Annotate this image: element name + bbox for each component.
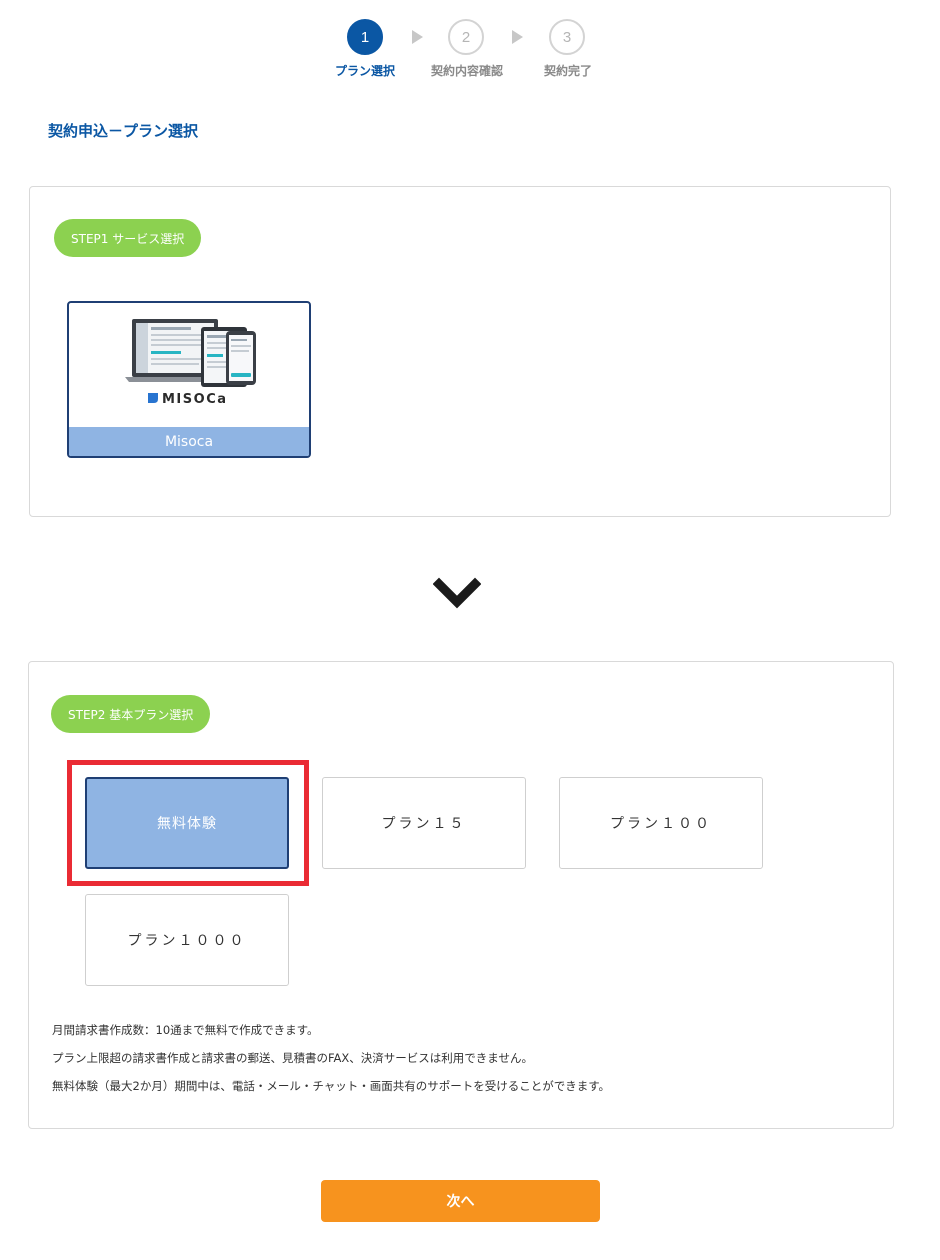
- service-card-misoca[interactable]: MISOCa Misoca: [67, 301, 311, 458]
- service-selection-panel: STEP1 サービス選択 MISOCa Misoca: [29, 186, 891, 517]
- step1-badge: STEP1 サービス選択: [54, 219, 202, 257]
- next-button[interactable]: 次へ: [321, 1180, 600, 1222]
- step2-badge: STEP2 基本プラン選択: [51, 695, 211, 733]
- plan-note-1: 月間請求書作成数：10通まで無料で作成できます。: [52, 1023, 319, 1037]
- step-3-number: 3: [562, 28, 572, 46]
- plan-label: 無料体験: [157, 816, 217, 832]
- step-2-number: 2: [461, 28, 471, 46]
- step-2-indicator: 2: [448, 19, 484, 55]
- step-1-number: 1: [360, 28, 370, 46]
- plan-label: プラン１５: [381, 816, 467, 832]
- step-3-label: 契約完了: [543, 64, 593, 78]
- plan-label: プラン１００: [610, 816, 712, 832]
- plan-button-15[interactable]: プラン１５: [322, 777, 526, 869]
- service-name-text: Misoca: [164, 433, 214, 450]
- plan-button-1000[interactable]: プラン１０００: [85, 894, 289, 986]
- plan-note-2: プラン上限超の請求書作成と請求書の郵送、見積書のFAX、決済サービスは利用できま…: [52, 1051, 533, 1065]
- plan-selection-panel: STEP2 基本プラン選択 無料体験 プラン１５ プラン１００ プラン１０００ …: [28, 661, 894, 1129]
- service-name-label: Misoca: [69, 427, 309, 456]
- misoca-devices-illustration: MISOCa: [125, 319, 256, 407]
- misoca-logo-text: MISOCa: [162, 392, 228, 407]
- progress-stepper: 1 2 3 プラン選択 契約内容確認 契約完了: [0, 0, 940, 90]
- step2-badge-label: STEP2 基本プラン選択: [68, 707, 194, 722]
- plan-button-free-trial[interactable]: 無料体験: [85, 777, 289, 869]
- step-arrow-icon: [412, 30, 423, 44]
- step-1-indicator: 1: [347, 19, 383, 55]
- step-arrow-icon: [512, 30, 523, 44]
- step-2-label: 契約内容確認: [430, 64, 504, 78]
- step-3-indicator: 3: [549, 19, 585, 55]
- plan-button-100[interactable]: プラン１００: [559, 777, 763, 869]
- plan-label: プラン１０００: [127, 933, 247, 949]
- step-1-label: プラン選択: [334, 64, 396, 78]
- plan-note-3: 無料体験（最大2か月）期間中は、電話・メール・チャット・画面共有のサポートを受け…: [52, 1079, 611, 1093]
- page-title: 契約申込－プラン選択: [48, 122, 199, 140]
- next-button-label: 次へ: [446, 1194, 475, 1210]
- chevron-down-icon: [433, 577, 481, 609]
- step1-badge-label: STEP1 サービス選択: [71, 231, 185, 246]
